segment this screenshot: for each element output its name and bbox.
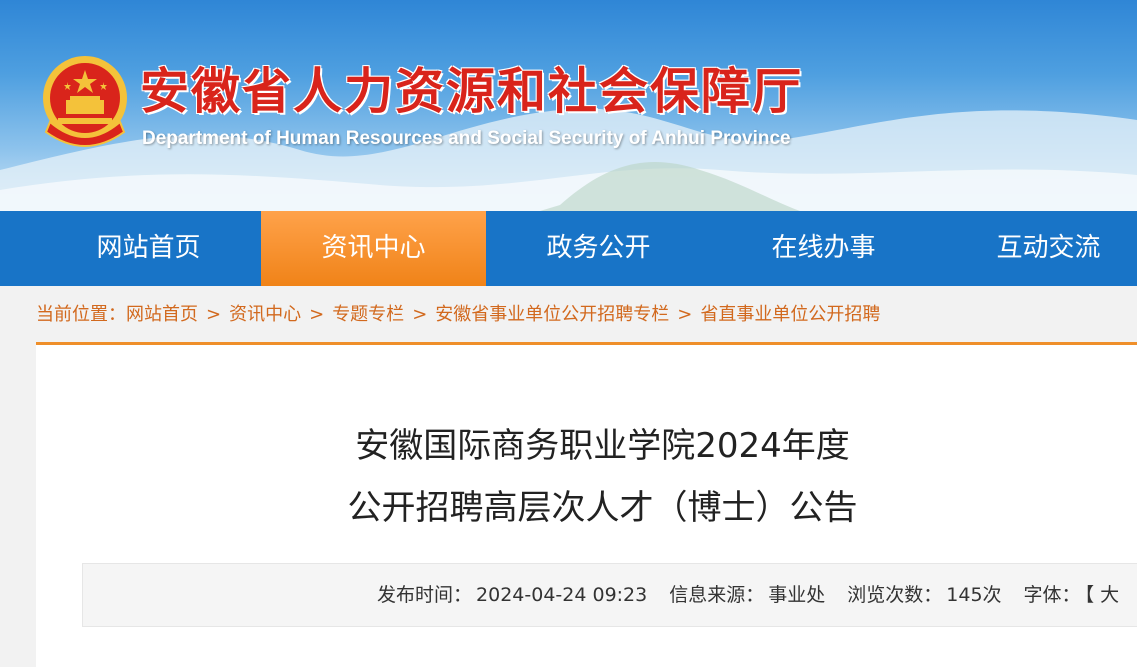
publish-time-label: 发布时间：: [377, 584, 473, 606]
views-count: 145次: [946, 584, 1002, 606]
source-label: 信息来源：: [669, 584, 765, 606]
breadcrumb-separator: >: [206, 304, 222, 325]
article-title-line-1: 安徽国际商务职业学院2024年度: [355, 426, 850, 466]
publish-time: 2024-04-24 09:23: [476, 584, 648, 606]
nav-item-interaction[interactable]: 互动交流: [936, 211, 1137, 286]
breadcrumb-item-home[interactable]: 网站首页: [126, 300, 198, 326]
nav-item-online-services[interactable]: 在线办事: [711, 211, 936, 286]
site-title: 安徽省人力资源和社会保障厅: [140, 62, 804, 120]
breadcrumb-separator: >: [412, 304, 428, 325]
breadcrumb-item-special-topics[interactable]: 专题专栏: [332, 300, 404, 326]
article-panel: 安徽国际商务职业学院2024年度 公开招聘高层次人才（博士）公告 发布时间： 20…: [36, 345, 1137, 667]
nav-item-government-affairs[interactable]: 政务公开: [486, 211, 711, 286]
views-label: 浏览次数：: [847, 584, 943, 606]
article-meta-bar: 发布时间： 2024-04-24 09:23 信息来源： 事业处 浏览次数： 145次 字体…: [82, 563, 1137, 627]
site-subtitle: Department of Human Resources and Social…: [142, 128, 791, 149]
nav-item-news-center[interactable]: 资讯中心: [261, 211, 486, 286]
main-nav: 网站首页 资讯中心 政务公开 在线办事 互动交流: [0, 211, 1137, 286]
source-value: 事业处: [768, 584, 826, 606]
breadcrumb-item-news-center[interactable]: 资讯中心: [229, 300, 301, 326]
font-size-label: 字体：: [1023, 584, 1081, 606]
font-size-large-button[interactable]: 【 大: [1085, 584, 1120, 606]
national-emblem-icon: [43, 56, 127, 147]
site-header: 安徽省人力资源和社会保障厅 Department of Human Resour…: [0, 0, 1137, 211]
breadcrumb-prefix: 当前位置：: [36, 304, 126, 325]
nav-item-home[interactable]: 网站首页: [36, 211, 261, 286]
article-title: 安徽国际商务职业学院2024年度 公开招聘高层次人才（博士）公告: [36, 415, 1137, 539]
breadcrumb-item-provincial-recruitment[interactable]: 省直事业单位公开招聘: [700, 300, 880, 326]
breadcrumb-separator: >: [677, 304, 693, 325]
article-title-line-2: 公开招聘高层次人才（博士）公告: [347, 488, 858, 528]
breadcrumb-separator: >: [309, 304, 325, 325]
breadcrumb: 当前位置：网站首页 > 资讯中心 > 专题专栏 > 安徽省事业单位公开招聘专栏 > 省直事业单位…: [36, 300, 1137, 332]
breadcrumb-item-recruitment-column[interactable]: 安徽省事业单位公开招聘专栏: [435, 300, 669, 326]
